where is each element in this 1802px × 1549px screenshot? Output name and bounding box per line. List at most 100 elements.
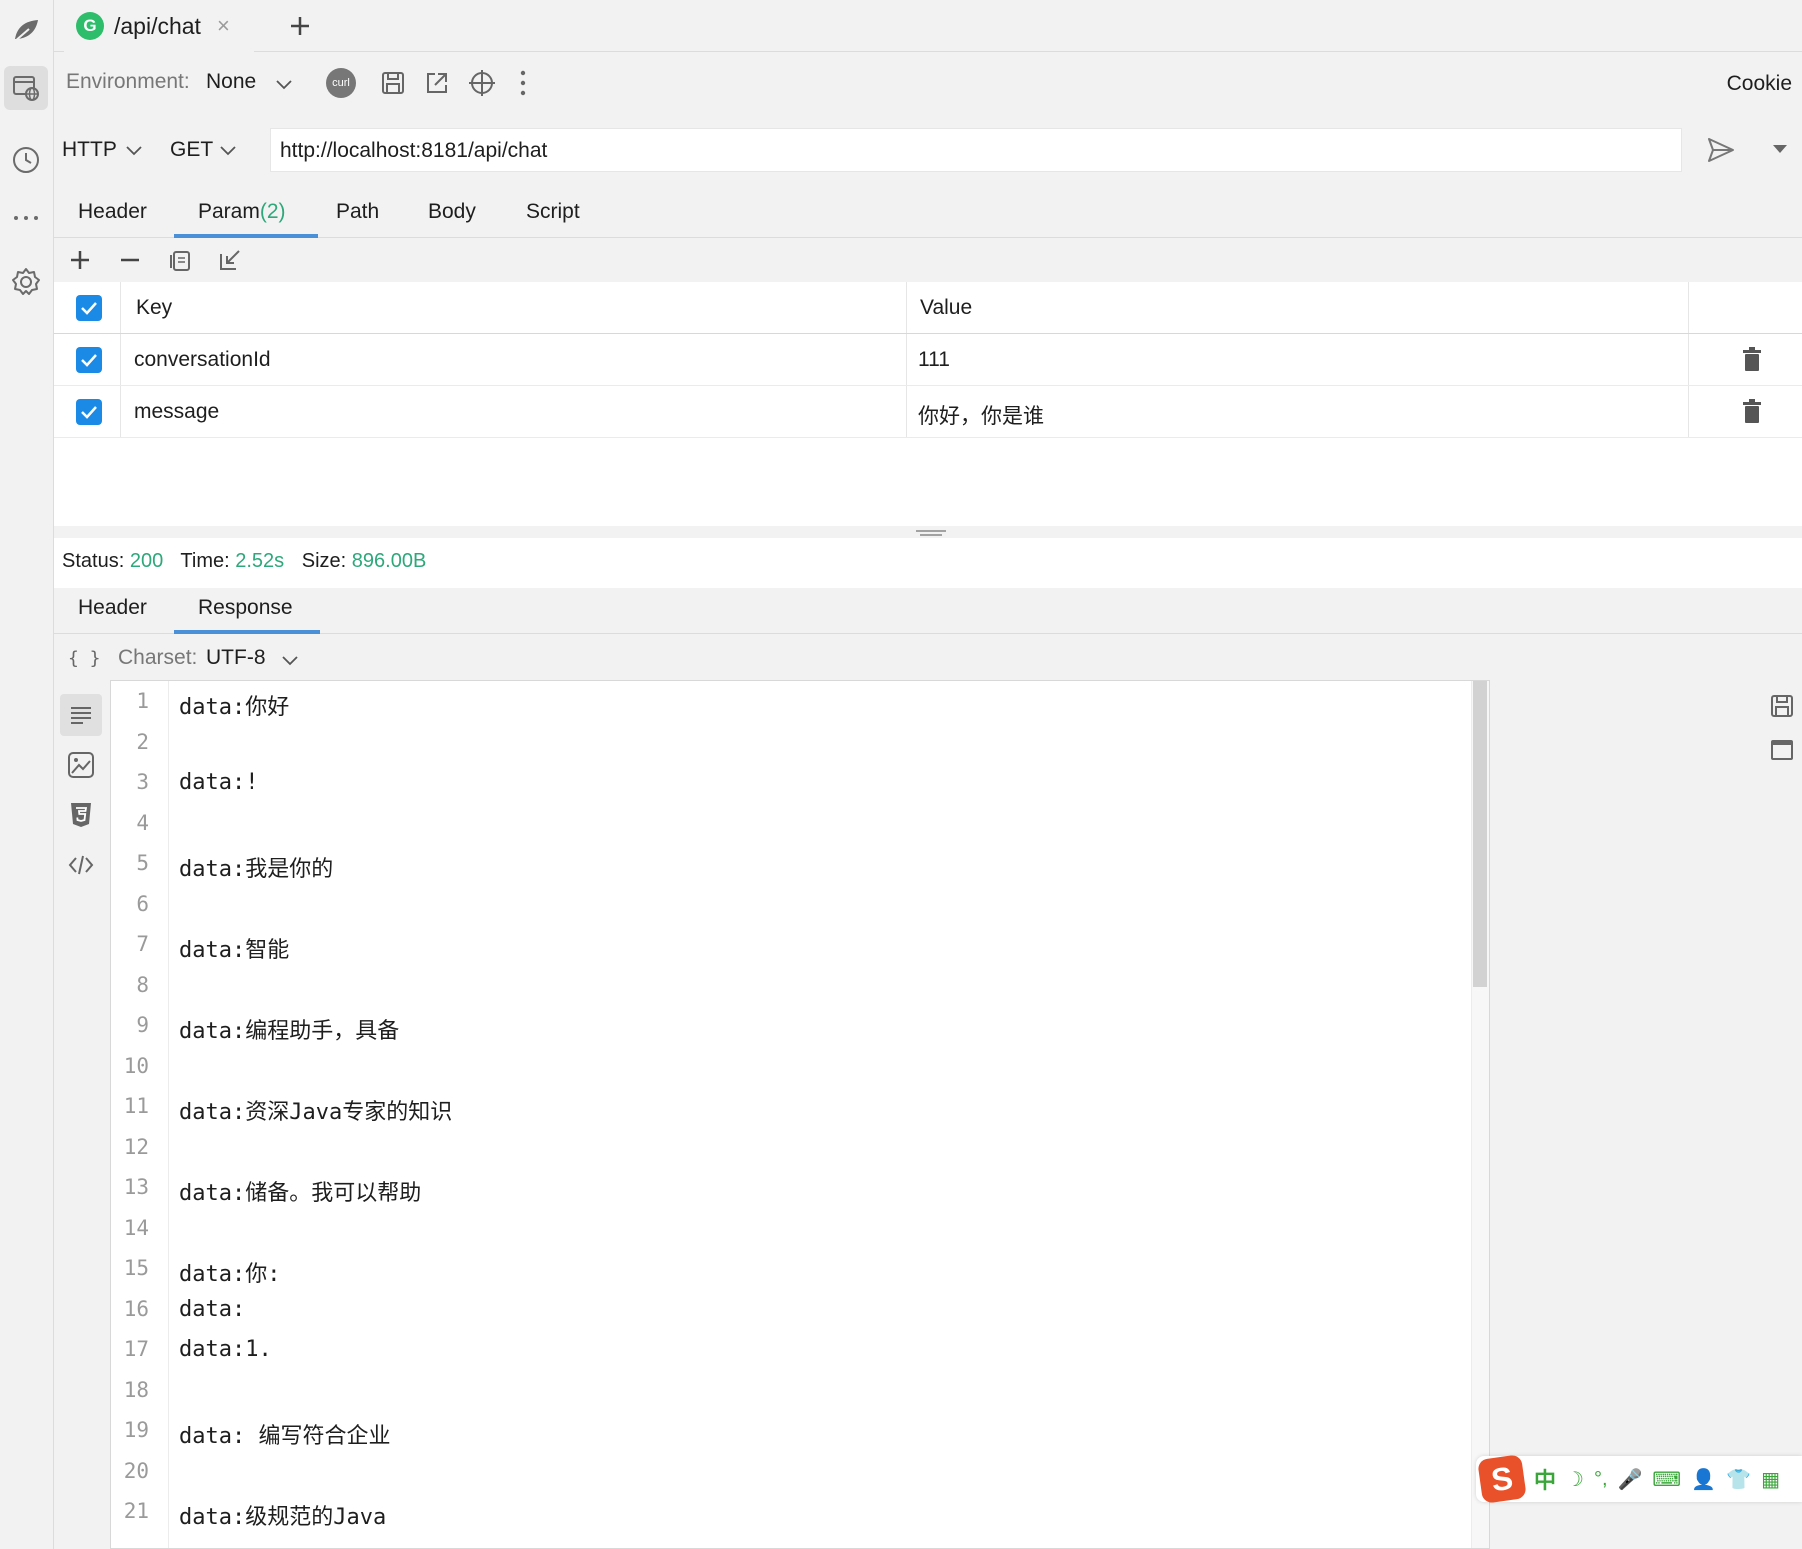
param-enabled-checkbox[interactable] [76, 347, 102, 373]
url-input[interactable]: http://localhost:8181/api/chat [270, 128, 1682, 172]
param-value[interactable]: 你好，你是谁 [918, 400, 1044, 430]
tab-path[interactable]: Path [336, 200, 379, 224]
import-icon[interactable] [218, 248, 242, 272]
save-response-icon[interactable] [1770, 694, 1794, 718]
image-view-icon[interactable] [60, 744, 102, 786]
request-tab[interactable]: G /api/chat × [64, 0, 254, 52]
curl-icon[interactable]: curl [326, 68, 356, 98]
ime-toolbar: S 中 ☽ °, 🎤 ⌨ 👤 👕 ▦ [1476, 1454, 1802, 1504]
close-icon[interactable]: × [217, 13, 230, 39]
line-number: 12 [123, 1134, 149, 1159]
environment-select[interactable]: None [206, 70, 256, 94]
code-view-icon[interactable] [60, 844, 102, 886]
text-view-icon[interactable] [60, 694, 102, 736]
column-divider [120, 334, 121, 385]
tab-header-label: Header [78, 200, 147, 223]
column-divider [906, 282, 907, 333]
chevron-down-icon[interactable] [276, 80, 292, 90]
line-number: 15 [123, 1256, 149, 1280]
param-enabled-checkbox[interactable] [76, 399, 102, 425]
ime-punctuation-icon[interactable]: °, [1594, 1468, 1608, 1491]
add-param-plus-icon[interactable] [68, 248, 92, 272]
code-line: 13 data:储备。我可以帮助 [111, 1175, 1489, 1216]
protocol-select[interactable]: HTTP [62, 138, 117, 162]
crosshair-icon[interactable] [468, 69, 496, 97]
param-row: conversationId 111 [54, 334, 1802, 386]
code-line: 1 data:你好 [111, 689, 1489, 730]
export-icon[interactable] [424, 70, 450, 96]
send-options-dropdown-icon[interactable] [1772, 144, 1788, 154]
delete-trash-icon[interactable] [1742, 346, 1762, 372]
tab-param-label: Param [198, 200, 260, 223]
param-table-header: Key Value [54, 282, 1802, 334]
ime-keyboard-icon[interactable]: ⌨ [1652, 1467, 1681, 1492]
more-vertical-icon[interactable] [520, 70, 526, 96]
status-label: Status: [62, 550, 125, 572]
ime-chinese-mode[interactable]: 中 [1534, 1463, 1556, 1495]
code-line: 11 data:资深Java专家的知识 [111, 1094, 1489, 1135]
param-key[interactable]: conversationId [134, 348, 271, 372]
tab-script[interactable]: Script [526, 200, 580, 224]
new-tab-plus-icon[interactable] [286, 12, 314, 40]
window-maximize-icon[interactable] [1770, 738, 1794, 762]
environment-bar: Environment: None curl Cookie [54, 52, 1802, 114]
response-code-editor[interactable]: 1 data:你好 2 3 data:! 4 5 data:我是你的 6 7 data:智能 8 9 da… [110, 680, 1490, 1549]
ime-moon-icon[interactable]: ☽ [1566, 1467, 1584, 1492]
remove-param-minus-icon[interactable] [118, 248, 142, 272]
ime-user-icon[interactable]: 👤 [1691, 1467, 1716, 1492]
code-line: 6 [111, 892, 1489, 933]
code-text: data: [179, 1296, 246, 1322]
delete-trash-icon[interactable] [1742, 398, 1762, 424]
protocol-badge: G [76, 12, 104, 40]
chevron-down-icon[interactable] [126, 146, 142, 156]
html5-view-icon[interactable] [60, 794, 102, 836]
time-label: Time: [180, 550, 230, 572]
code-line: 8 [111, 973, 1489, 1014]
save-icon[interactable] [380, 70, 406, 96]
format-json-braces-icon[interactable]: { } [68, 648, 101, 669]
method-select[interactable]: GET [170, 138, 213, 162]
code-line: 17 data:1. [111, 1337, 1489, 1378]
code-line: 18 [111, 1378, 1489, 1419]
chevron-down-icon[interactable] [220, 146, 236, 156]
tab-header[interactable]: Header [78, 200, 147, 224]
status-code: 200 [129, 550, 164, 572]
line-number: 10 [123, 1053, 149, 1078]
code-text: data:你好 [179, 695, 290, 720]
code-text: data:编程助手，具备 [179, 1019, 400, 1044]
vertical-scrollbar[interactable] [1471, 681, 1489, 1548]
response-tab-response[interactable]: Response [198, 596, 293, 620]
sogou-logo[interactable]: S [1477, 1454, 1527, 1504]
line-number: 16 [123, 1296, 149, 1321]
tab-param[interactable]: Param(2) [198, 200, 286, 224]
scrollbar-thumb[interactable] [1473, 681, 1487, 987]
more-dots-icon[interactable] [4, 196, 48, 240]
cookie-button[interactable]: Cookie [1727, 72, 1792, 96]
settings-gear-icon[interactable] [4, 260, 48, 304]
response-tab-header[interactable]: Header [78, 596, 147, 620]
param-key[interactable]: message [134, 400, 219, 424]
copy-icon[interactable] [168, 248, 192, 272]
history-clock-icon[interactable] [4, 138, 48, 182]
chevron-down-icon[interactable] [282, 656, 298, 666]
panel-splitter[interactable] [54, 526, 1802, 538]
code-line: 12 [111, 1135, 1489, 1176]
send-icon[interactable] [1706, 136, 1736, 164]
code-line: 21 data:级规范的Java [111, 1499, 1489, 1540]
charset-select[interactable]: UTF-8 [206, 646, 266, 670]
column-divider [1688, 282, 1689, 333]
ime-skin-icon[interactable]: 👕 [1726, 1467, 1751, 1492]
environment-label: Environment: [66, 70, 190, 93]
line-number: 21 [123, 1499, 149, 1523]
ime-mic-icon[interactable]: 🎤 [1618, 1467, 1643, 1492]
param-value[interactable]: 111 [918, 348, 950, 372]
code-text: data:你: [179, 1262, 281, 1287]
response-right-tools [1770, 694, 1794, 762]
ime-grid-icon[interactable]: ▦ [1761, 1467, 1780, 1492]
code-line: 14 [111, 1216, 1489, 1257]
api-request-icon[interactable] [4, 66, 48, 110]
tab-body[interactable]: Body [428, 200, 476, 224]
select-all-checkbox[interactable] [76, 295, 102, 321]
tab-param-count: (2) [259, 200, 286, 223]
response-tabs: Header Response [54, 588, 1802, 634]
